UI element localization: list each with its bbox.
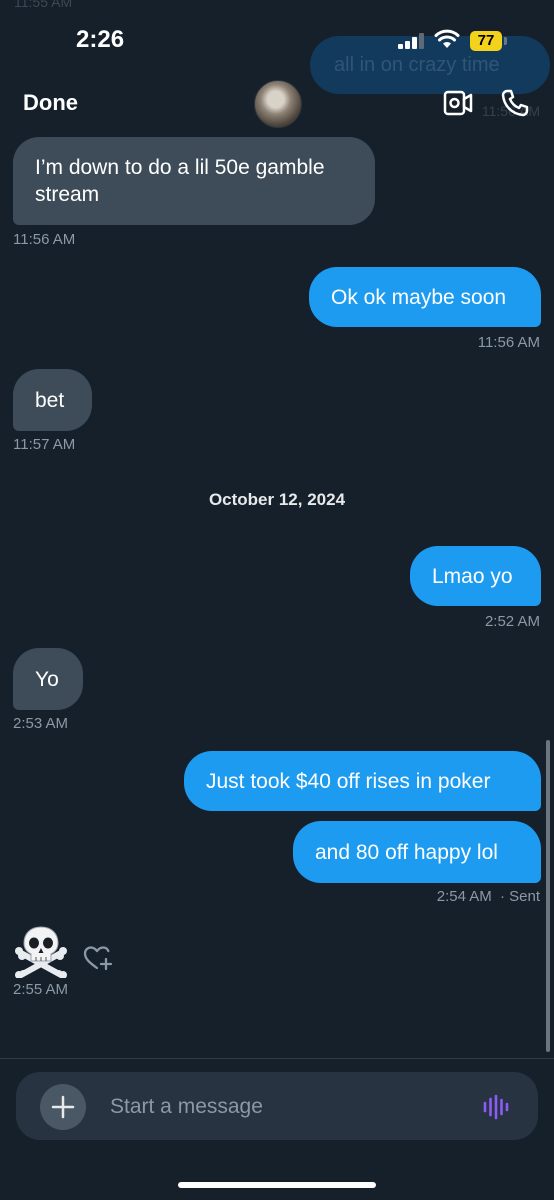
scrollbar[interactable] xyxy=(546,740,550,1052)
message-text: Yo xyxy=(35,667,59,691)
message-timestamp: 2:55 AM xyxy=(13,981,69,998)
message-text: I’m down to do a lil 50e gamble stream xyxy=(35,156,325,206)
received-emoji-message[interactable] xyxy=(14,924,68,983)
previous-message-time: 11:55 AM xyxy=(14,0,73,10)
add-attachment-button[interactable] xyxy=(40,1084,86,1130)
cellular-signal-icon xyxy=(398,33,428,49)
composer-divider xyxy=(0,1058,554,1059)
sent-message-bubble[interactable]: Ok ok maybe soon xyxy=(309,267,541,327)
contact-avatar[interactable] xyxy=(254,80,302,128)
skull-crossbones-icon xyxy=(15,926,67,979)
sent-message-bubble[interactable]: Lmao yo xyxy=(410,546,541,606)
sent-message-bubble[interactable]: Just took $40 off rises in poker xyxy=(184,751,541,811)
message-timestamp: 11:57 AM xyxy=(13,436,76,453)
message-text: Lmao yo xyxy=(432,564,513,588)
home-indicator[interactable] xyxy=(178,1182,376,1188)
message-timestamp: 2:53 AM xyxy=(13,715,69,732)
phone-call-icon[interactable] xyxy=(500,88,530,118)
message-text: and 80 off happy lol xyxy=(315,840,498,864)
message-composer xyxy=(16,1072,538,1140)
message-text: bet xyxy=(35,388,65,412)
sent-message-bubble[interactable]: and 80 off happy lol xyxy=(293,821,541,883)
message-text: Ok ok maybe soon xyxy=(331,285,507,309)
done-button[interactable]: Done xyxy=(23,90,78,116)
wifi-icon xyxy=(434,29,460,48)
video-call-icon[interactable] xyxy=(443,90,473,116)
message-input[interactable] xyxy=(108,1086,452,1128)
received-message-bubble[interactable]: I’m down to do a lil 50e gamble stream xyxy=(13,137,375,225)
message-timestamp: 2:54 AM · Sent xyxy=(437,888,540,905)
plus-icon xyxy=(51,1095,75,1119)
battery-indicator: 77 xyxy=(470,31,502,51)
message-timestamp: 11:56 AM xyxy=(13,231,76,248)
received-message-bubble[interactable]: Yo xyxy=(13,648,83,710)
date-separator: October 12, 2024 xyxy=(208,490,346,509)
dm-conversation-screen: 11:55 AM all in on crazy time 11:56 AM 2… xyxy=(0,0,554,1200)
status-bar-time: 2:26 xyxy=(76,26,125,53)
battery-cap xyxy=(504,37,507,45)
previous-message-bubble: all in on crazy time xyxy=(310,36,550,94)
add-reaction-heart-icon[interactable] xyxy=(82,944,114,972)
message-timestamp: 11:56 AM xyxy=(477,334,540,351)
received-message-bubble[interactable]: bet xyxy=(13,369,92,431)
message-sent-status: · Sent xyxy=(499,888,540,905)
voice-message-icon[interactable] xyxy=(482,1094,512,1120)
message-text: Just took $40 off rises in poker xyxy=(206,769,491,793)
message-time: 2:54 AM xyxy=(436,888,492,905)
message-timestamp: 2:52 AM xyxy=(484,613,540,630)
